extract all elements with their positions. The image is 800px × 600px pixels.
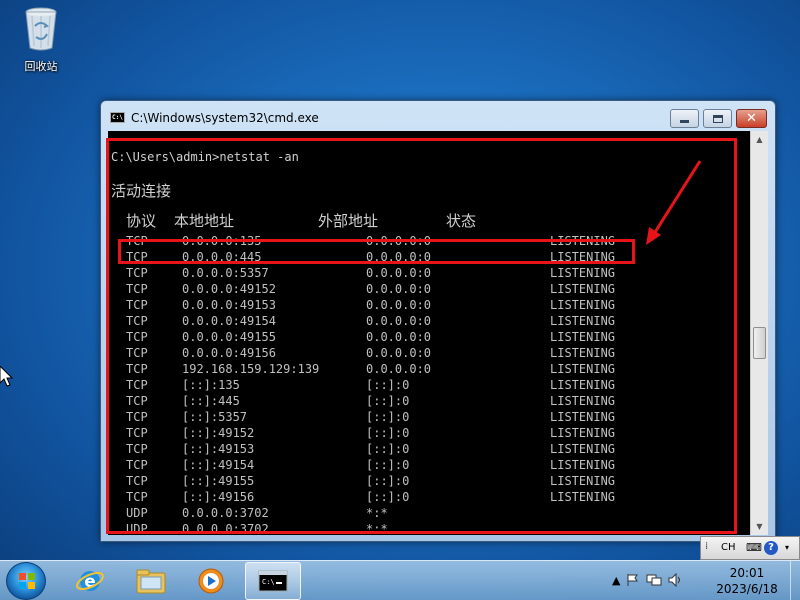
start-button[interactable] [6,562,46,600]
system-tray: ▲ [612,573,684,587]
internet-explorer-icon: e [76,571,104,592]
clock[interactable]: 20:01 2023/6/18 [712,565,782,597]
taskbar-windows-explorer[interactable] [123,562,179,600]
vertical-scrollbar[interactable]: ▲ ▼ [750,131,768,535]
scroll-down-icon[interactable]: ▼ [751,518,768,535]
show-desktop-button[interactable] [790,561,800,600]
windows-logo-icon [19,573,35,589]
keyboard-icon[interactable]: ⌨ [746,541,762,554]
recycle-bin-icon [23,6,59,52]
cmd-app-icon[interactable]: C:\ [110,112,125,123]
recycle-bin-label: 回收站 [24,60,58,73]
taskbar-media-player[interactable] [183,562,239,600]
window-title: C:\Windows\system32\cmd.exe [131,111,319,125]
annotation-box-port-445 [118,239,635,264]
help-icon[interactable]: ? [764,541,778,555]
ime-options-icon[interactable]: ▾ [785,543,789,552]
scroll-up-icon[interactable]: ▲ [751,131,768,148]
title-bar[interactable]: C:\ C:\Windows\system32\cmd.exe ✕ [101,101,775,131]
media-player-icon [198,568,224,594]
svg-text:C:\: C:\ [262,578,275,586]
show-hidden-icons[interactable]: ▲ [612,574,620,587]
flag-icon[interactable] [626,573,640,587]
language-bar[interactable]: ⁞ CH ⌨ ? ▾ [700,536,800,560]
ime-mode[interactable]: CH [721,542,736,553]
volume-icon[interactable] [668,573,684,587]
taskbar-internet-explorer[interactable]: e [62,562,118,600]
network-icon[interactable] [646,573,662,587]
clock-time: 20:01 [729,566,765,580]
clock-date: 2023/6/18 [716,582,778,596]
close-icon: ✕ [746,111,757,126]
close-button[interactable]: ✕ [736,109,767,128]
command-prompt-icon: C:\ [258,570,288,592]
taskbar: e C:\ ▲ 20:01 2023/6/18 [0,560,800,600]
maximize-icon [712,114,723,123]
minimize-icon [680,120,689,123]
minimize-button[interactable] [670,109,699,128]
grip-icon: ⁞ [705,541,709,552]
windows-explorer-icon [136,569,166,594]
taskbar-command-prompt[interactable]: C:\ [245,562,301,600]
recycle-bin-shortcut[interactable]: 回收站 [10,6,72,74]
maximize-button[interactable] [703,109,732,128]
annotation-arrow-icon [646,160,702,245]
scroll-thumb[interactable] [753,327,766,359]
mouse-cursor-icon [0,366,14,387]
